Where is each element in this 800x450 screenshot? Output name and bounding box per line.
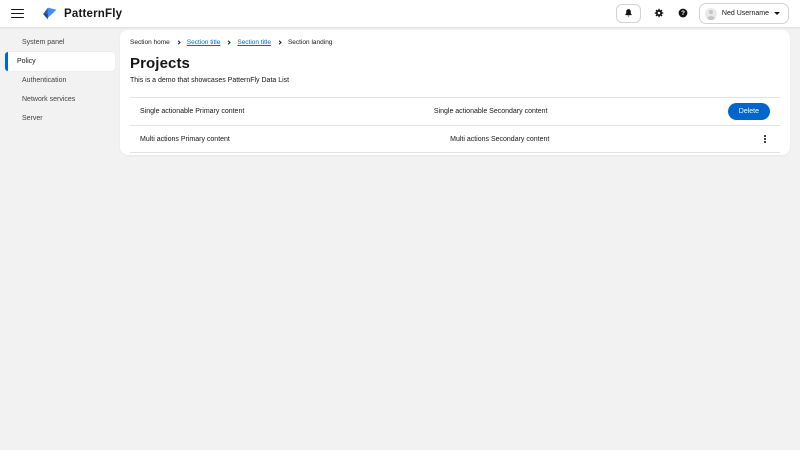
chevron-right-icon (227, 41, 231, 45)
svg-text:?: ? (681, 10, 685, 17)
user-name: Ned Username (722, 10, 769, 17)
page-description: This is a demo that showcases PatternFly… (130, 77, 780, 84)
breadcrumb-item: Section home (130, 39, 170, 46)
gear-icon (654, 6, 664, 21)
sidebar-item-authentication[interactable]: Authentication (5, 71, 115, 90)
chevron-right-icon (176, 41, 180, 45)
notifications-button[interactable] (616, 4, 641, 23)
row-primary-content: Single actionable Primary content (140, 108, 434, 115)
breadcrumb-item-current: Section landing (288, 39, 332, 46)
breadcrumb-link[interactable]: Section title (237, 39, 271, 46)
brand-title: PatternFly (64, 8, 122, 20)
data-list: Single actionable Primary content Single… (130, 97, 780, 153)
content-card: Section home Section title Section title… (120, 30, 790, 155)
row-secondary-content: Multi actions Secondary content (450, 136, 760, 143)
data-list-row: Multi actions Primary content Multi acti… (130, 125, 780, 153)
chevron-right-icon (277, 41, 281, 45)
data-list-row: Single actionable Primary content Single… (130, 97, 780, 125)
masthead: PatternFly (0, 0, 800, 27)
page-title: Projects (130, 55, 780, 72)
breadcrumb: Section home Section title Section title… (130, 39, 780, 46)
hamburger-icon[interactable] (11, 9, 24, 19)
bell-icon (624, 6, 633, 21)
delete-button[interactable]: Delete (728, 103, 770, 120)
sidebar-item-system-panel[interactable]: System panel (5, 33, 115, 52)
sidebar-item-server[interactable]: Server (5, 109, 115, 128)
help-button[interactable]: ? (675, 6, 691, 22)
sidebar-nav: System panel Policy Authentication Netwo… (0, 27, 120, 450)
patternfly-logo-icon (41, 5, 58, 22)
breadcrumb-link[interactable]: Section title (187, 39, 221, 46)
sidebar-item-policy[interactable]: Policy (5, 52, 115, 71)
user-menu-dropdown[interactable]: Ned Username (699, 3, 789, 24)
settings-button[interactable] (651, 6, 667, 22)
caret-down-icon (774, 12, 780, 15)
avatar-icon (705, 8, 717, 20)
masthead-toolbar: ? Ned Username (616, 3, 789, 24)
row-primary-content: Multi actions Primary content (140, 136, 450, 143)
question-circle-icon: ? (678, 6, 688, 21)
sidebar-item-network-services[interactable]: Network services (5, 90, 115, 109)
row-secondary-content: Single actionable Secondary content (434, 108, 728, 115)
kebab-icon[interactable] (760, 133, 770, 144)
